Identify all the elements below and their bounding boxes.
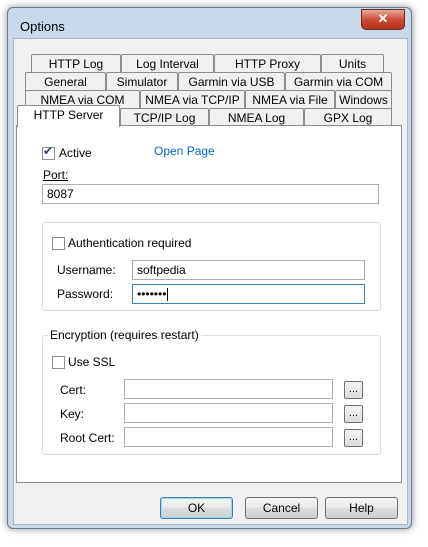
authentication-group: Authentication required Username: softpe… xyxy=(42,222,381,311)
password-input[interactable]: ••••••• xyxy=(132,284,365,304)
root-cert-input[interactable] xyxy=(124,427,333,447)
root-cert-label: Root Cert: xyxy=(60,431,115,445)
use-ssl-checkbox[interactable] xyxy=(52,356,65,369)
cert-label: Cert: xyxy=(60,383,87,397)
key-browse-button[interactable]: ... xyxy=(344,405,363,423)
cancel-button[interactable]: Cancel xyxy=(245,497,318,519)
key-input[interactable] xyxy=(124,403,333,423)
tab-garmin-via-usb[interactable]: Garmin via USB xyxy=(178,72,285,91)
cert-input[interactable] xyxy=(124,379,333,399)
password-label: Password: xyxy=(57,287,114,301)
open-page-link[interactable]: Open Page xyxy=(154,144,215,158)
tab-log-interval[interactable]: Log Interval xyxy=(121,54,214,73)
dialog-client-area: HTTP Log Log Interval HTTP Proxy Units G… xyxy=(13,38,408,525)
close-icon: ✕ xyxy=(377,11,389,26)
tab-general[interactable]: General xyxy=(25,72,106,91)
tab-units[interactable]: Units xyxy=(321,54,384,73)
authentication-checkbox[interactable] xyxy=(52,237,65,250)
tab-windows[interactable]: Windows xyxy=(335,90,392,109)
checkmark-icon: ✔ xyxy=(43,144,54,158)
encryption-group: Encryption (requires restart) Use SSL Ce… xyxy=(42,328,381,455)
tab-garmin-via-com[interactable]: Garmin via COM xyxy=(285,72,392,91)
port-input[interactable]: 8087 xyxy=(42,184,379,204)
tab-nmea-via-file[interactable]: NMEA via File xyxy=(245,90,335,109)
username-label: Username: xyxy=(57,263,116,277)
options-dialog: Options ✕ HTTP Log Log Interval HTTP Pro… xyxy=(7,7,412,529)
tab-nmea-via-tcpip[interactable]: NMEA via TCP/IP xyxy=(140,90,245,109)
key-label: Key: xyxy=(60,407,85,421)
root-cert-browse-button[interactable]: ... xyxy=(344,429,363,447)
tab-http-proxy[interactable]: HTTP Proxy xyxy=(214,54,321,73)
use-ssl-label: Use SSL xyxy=(68,355,116,369)
authentication-label: Authentication required xyxy=(68,236,192,250)
text-caret xyxy=(167,288,169,302)
username-input[interactable]: softpedia xyxy=(132,260,365,280)
ok-button[interactable]: OK xyxy=(160,497,233,519)
tab-http-log[interactable]: HTTP Log xyxy=(31,54,121,73)
http-server-panel: ✔ Active Open Page Port: 8087 Authentica… xyxy=(16,125,402,483)
close-button[interactable]: ✕ xyxy=(361,9,405,30)
help-button[interactable]: Help xyxy=(325,497,398,519)
encryption-group-title: Encryption (requires restart) xyxy=(48,328,201,342)
window-title: Options xyxy=(20,19,65,34)
port-label: Port: xyxy=(43,168,69,182)
cert-browse-button[interactable]: ... xyxy=(344,381,363,399)
tab-simulator[interactable]: Simulator xyxy=(106,72,178,91)
active-checkbox[interactable]: ✔ xyxy=(42,144,55,160)
title-bar[interactable]: Options ✕ xyxy=(8,8,411,38)
active-label: Active xyxy=(59,146,92,160)
password-mask: ••••••• xyxy=(137,287,167,301)
tab-http-server[interactable]: HTTP Server xyxy=(17,105,120,127)
